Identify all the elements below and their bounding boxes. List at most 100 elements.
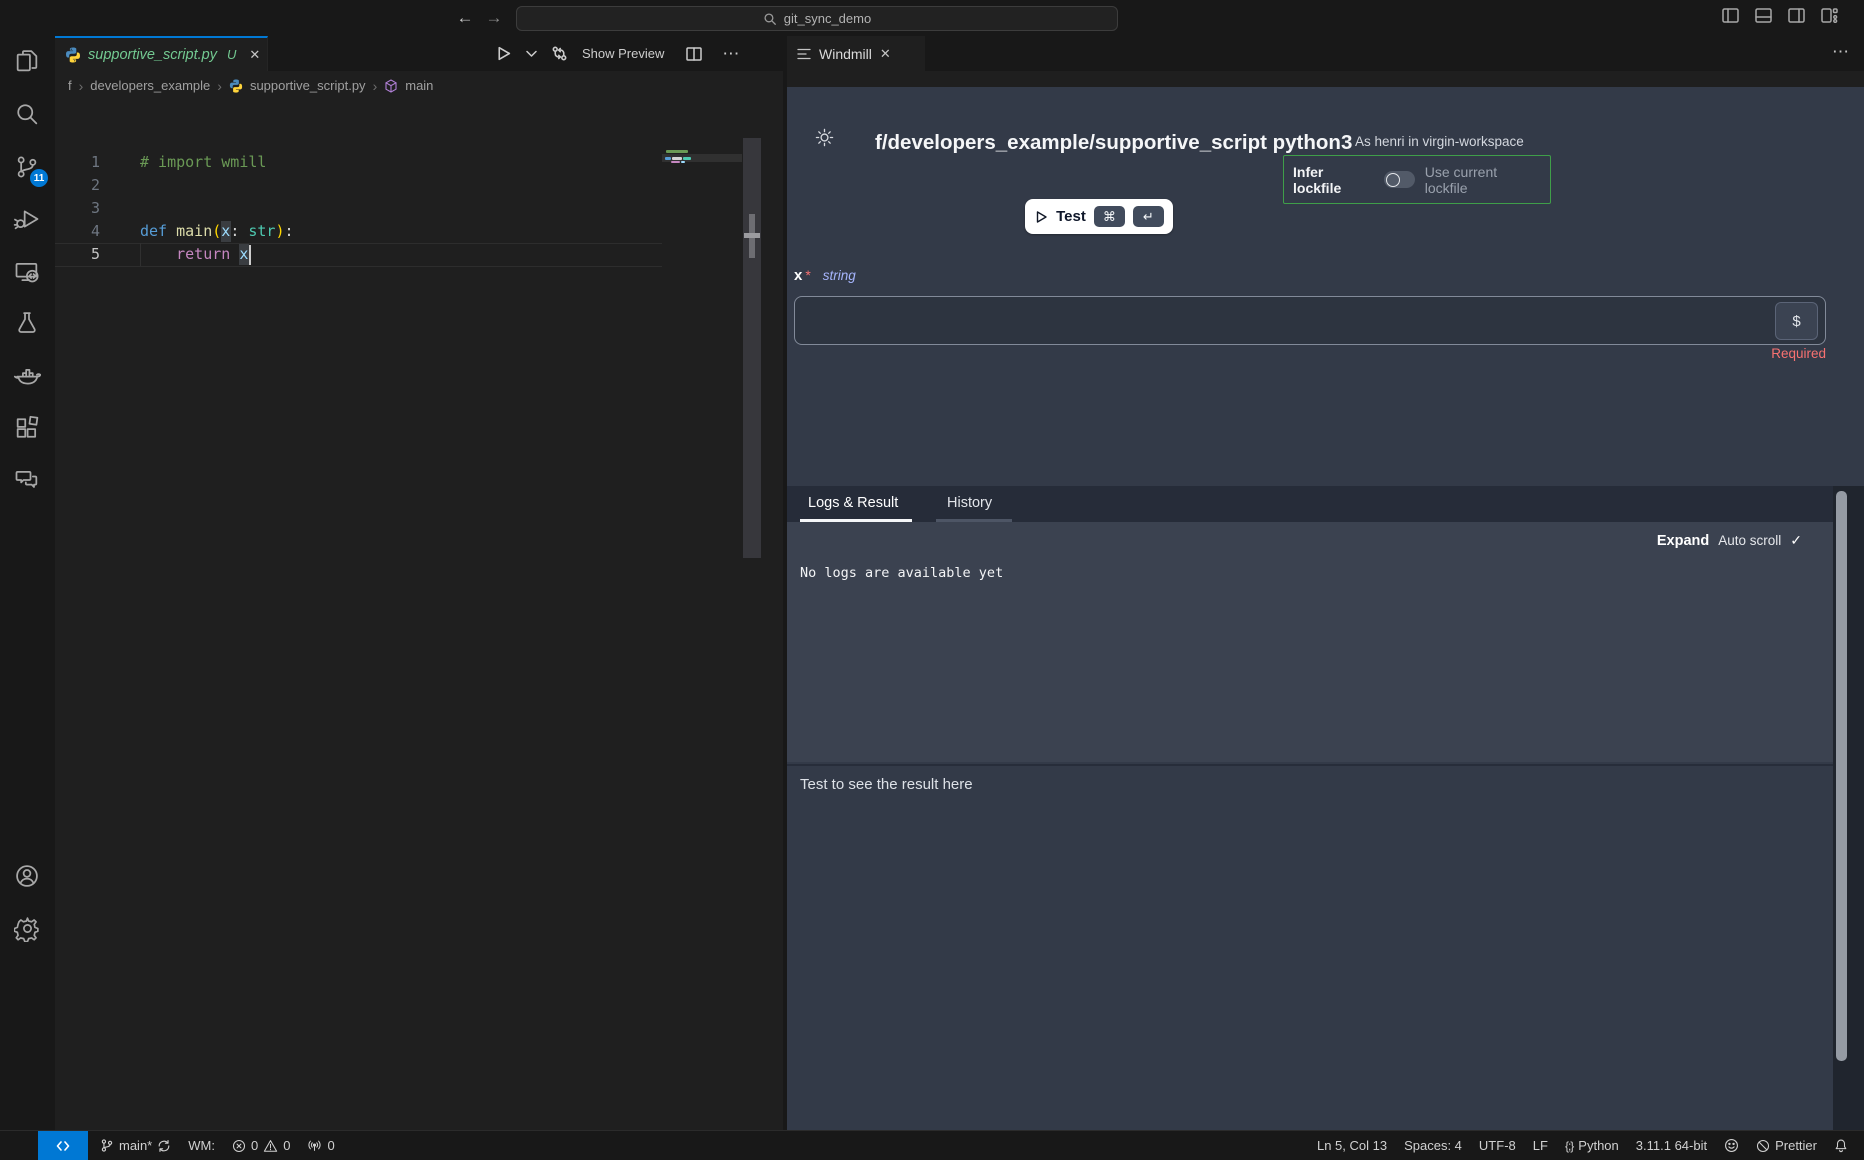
lockfile-options-box: Infer lockfile Use current lockfile [1283, 155, 1551, 204]
open-changes-icon[interactable] [551, 45, 568, 62]
python-interpreter-item[interactable]: 3.11.1 64-bit [1636, 1138, 1707, 1153]
breadcrumb-root[interactable]: f [68, 78, 72, 93]
editor-group: supportive_script.py U ✕ Show Preview [55, 36, 783, 1130]
tab-supportive-script[interactable]: supportive_script.py U ✕ [55, 36, 268, 71]
tab-filename: supportive_script.py [88, 47, 217, 63]
line-number: 1 [55, 151, 100, 174]
command-center-search[interactable]: git_sync_demo [516, 6, 1118, 31]
ports-item[interactable]: 0 [307, 1138, 334, 1153]
braces-icon: {;} [1565, 1139, 1573, 1153]
nav-forward-icon[interactable]: → [482, 6, 506, 30]
notifications-item[interactable] [1834, 1138, 1848, 1153]
toggle-secondary-sidebar-icon[interactable] [1788, 8, 1805, 23]
autoscroll-label[interactable]: Auto scroll [1718, 533, 1781, 548]
search-text: git_sync_demo [784, 11, 871, 26]
feedback-item[interactable] [1724, 1138, 1739, 1153]
cursor-position: Ln 5, Col 13 [1317, 1138, 1387, 1153]
scm-badge: 11 [30, 169, 48, 187]
remote-explorer-icon[interactable] [11, 256, 43, 288]
nav-back-icon[interactable]: ← [453, 6, 477, 30]
editor-scrollbar[interactable] [743, 138, 761, 558]
vscode-window: ← → git_sync_demo [0, 0, 1864, 1160]
windmill-tab-bar: Windmill ✕ ⋯ [787, 36, 1864, 71]
explorer-icon[interactable] [11, 45, 43, 77]
tab-logs-result[interactable]: Logs & Result [808, 495, 898, 511]
problems-item[interactable]: 0 0 [232, 1138, 290, 1153]
eol-item[interactable]: LF [1533, 1138, 1548, 1153]
expand-button[interactable]: Expand [1657, 533, 1709, 549]
code-line-1: # import wmill [140, 151, 266, 174]
ports-count: 0 [327, 1138, 334, 1153]
line-number: 3 [55, 197, 100, 220]
git-branch-item[interactable]: main* [100, 1138, 171, 1153]
code-token: x [239, 245, 248, 263]
editor-more-actions-icon[interactable]: ⋯ [722, 44, 739, 64]
tab-close-icon[interactable]: ✕ [880, 46, 891, 62]
wm-label: WM: [188, 1138, 215, 1153]
test-button[interactable]: Test ⌘ ↵ [1025, 199, 1173, 234]
code-token: : [285, 222, 294, 240]
toggle-panel-icon[interactable] [1755, 8, 1772, 23]
remote-indicator[interactable] [38, 1131, 88, 1160]
comments-icon[interactable] [11, 464, 43, 496]
tab-title: Windmill [819, 46, 872, 62]
activity-bar: 11 [0, 36, 55, 1130]
dollar-variable-button[interactable]: $ [1775, 302, 1818, 340]
docker-icon[interactable] [11, 360, 43, 392]
text-cursor [249, 245, 251, 265]
breadcrumb-symbol[interactable]: main [405, 78, 433, 93]
indentation-item[interactable]: Spaces: 4 [1404, 1138, 1462, 1153]
accounts-icon[interactable] [11, 860, 43, 892]
logs-result-tab-bar: Logs & Result History [787, 486, 1864, 522]
breadcrumb-file[interactable]: supportive_script.py [250, 78, 366, 93]
arg-x-input[interactable] [805, 305, 1769, 337]
prettier-item[interactable]: Prettier [1756, 1138, 1817, 1153]
tab-close-icon[interactable]: ✕ [249, 47, 260, 63]
run-debug-icon[interactable] [11, 203, 43, 235]
argument-label-row: x * string [794, 267, 856, 284]
encoding-item[interactable]: UTF-8 [1479, 1138, 1516, 1153]
scrollbar-thumb[interactable] [1836, 491, 1847, 1061]
current-line-border [55, 266, 662, 267]
source-control-icon[interactable]: 11 [11, 151, 43, 183]
tab-windmill[interactable]: Windmill ✕ [787, 36, 925, 71]
settings-gear-icon[interactable] [11, 912, 43, 944]
code-token: x [221, 222, 230, 240]
run-as-label: As henri in virgin-workspace [1355, 134, 1524, 149]
chevron-right-icon: › [217, 78, 222, 94]
wm-status-item[interactable]: WM: [188, 1138, 215, 1153]
breadcrumb-folder[interactable]: developers_example [90, 78, 210, 93]
cursor-position-item[interactable]: Ln 5, Col 13 [1317, 1138, 1387, 1153]
toggle-sidebar-icon[interactable] [1722, 8, 1739, 23]
show-preview-button[interactable]: Show Preview [582, 46, 664, 61]
code-token: : [230, 222, 248, 240]
eol: LF [1533, 1138, 1548, 1153]
language-name: Python [1578, 1138, 1618, 1153]
line-number: 5 [55, 243, 100, 266]
code-line-4: def main(x: str): [140, 220, 294, 243]
webview-scrollbar[interactable] [1833, 486, 1864, 1160]
panel-more-actions-icon[interactable]: ⋯ [1832, 42, 1850, 62]
logs-pane: Expand Auto scroll ✓ No logs are availab… [787, 522, 1864, 762]
use-current-lockfile-label: Use current lockfile [1425, 164, 1541, 196]
global-search-icon[interactable] [11, 98, 43, 130]
testing-icon[interactable] [11, 307, 43, 339]
language-mode-item[interactable]: {;} Python [1565, 1138, 1619, 1153]
customize-layout-icon[interactable] [1821, 8, 1838, 23]
extensions-icon[interactable] [11, 412, 43, 444]
lockfile-toggle[interactable] [1384, 171, 1415, 188]
theme-toggle-sun-icon[interactable] [815, 128, 834, 147]
result-pane: Test to see the result here [787, 764, 1864, 1130]
tab-history[interactable]: History [947, 495, 992, 511]
code-token: ) [275, 222, 284, 240]
run-dropdown-chevron-icon[interactable] [526, 50, 537, 58]
code-token: str [248, 222, 275, 240]
bell-icon [1834, 1138, 1848, 1153]
run-python-file-icon[interactable] [495, 45, 512, 62]
breadcrumb[interactable]: f › developers_example › supportive_scri… [68, 71, 433, 100]
error-count: 0 [251, 1138, 258, 1153]
split-editor-icon[interactable] [686, 47, 702, 61]
script-path-title: f/developers_example/supportive_script p… [875, 131, 1352, 155]
code-editor[interactable]: 1 2 3 4 5 # import wmill def main(x: str… [55, 100, 783, 1130]
disabled-circle-icon [1756, 1139, 1770, 1153]
